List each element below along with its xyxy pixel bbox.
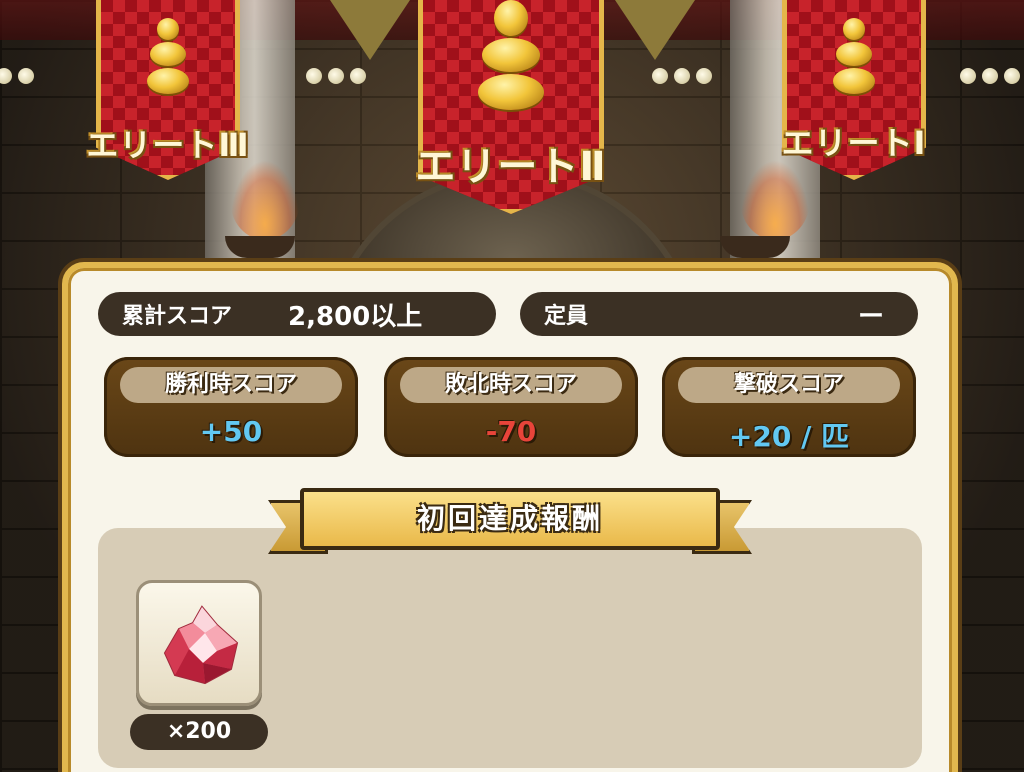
star-ornament-left bbox=[330, 0, 410, 60]
crown-icon bbox=[478, 0, 544, 110]
progress-dots bbox=[960, 68, 1020, 84]
reward-quantity: ×200 bbox=[130, 714, 268, 750]
loss-score-box: 敗北時スコア -70 bbox=[384, 357, 638, 457]
win-score-box: 勝利時スコア +50 bbox=[104, 357, 358, 457]
rank-label: エリートⅠ bbox=[781, 124, 927, 162]
rank-label: エリートⅢ bbox=[86, 126, 250, 164]
progress-dots bbox=[306, 68, 366, 84]
rank-banner-left[interactable]: エリートⅢ bbox=[86, 0, 249, 180]
total-score-row: 累計スコア 2,800以上 bbox=[98, 292, 496, 336]
crown-icon bbox=[833, 18, 875, 94]
rank-banner-right[interactable]: エリートⅠ bbox=[782, 0, 926, 180]
win-score-value: +50 bbox=[199, 415, 263, 448]
star-ornament-right bbox=[615, 0, 695, 60]
capacity-label: 定員 bbox=[544, 304, 589, 329]
red-gem-icon bbox=[163, 605, 239, 685]
defeat-score-label: 撃破スコア bbox=[678, 367, 900, 403]
progress-dots bbox=[0, 68, 34, 84]
fire-icon bbox=[230, 160, 300, 240]
brazier-left bbox=[225, 236, 295, 258]
capacity-row: 定員 ー bbox=[520, 292, 918, 336]
crown-icon bbox=[147, 18, 189, 94]
brazier-right bbox=[720, 236, 790, 258]
reward-title-ribbon: 初回達成報酬 bbox=[300, 488, 720, 550]
loss-score-value: -70 bbox=[485, 415, 537, 448]
progress-dots bbox=[652, 68, 712, 84]
defeat-score-value: +20 / 匹 bbox=[728, 420, 850, 453]
total-score-value: 2,800以上 bbox=[288, 301, 423, 332]
reward-item-tile[interactable] bbox=[136, 580, 262, 706]
total-score-label: 累計スコア bbox=[122, 304, 233, 329]
win-score-label: 勝利時スコア bbox=[120, 367, 342, 403]
rank-banner-center[interactable]: エリートⅡ bbox=[415, 0, 607, 214]
loss-score-label: 敗北時スコア bbox=[400, 367, 622, 403]
rank-label: エリートⅡ bbox=[415, 144, 607, 190]
defeat-score-box: 撃破スコア +20 / 匹 bbox=[662, 357, 916, 457]
capacity-value: ー bbox=[857, 301, 884, 332]
